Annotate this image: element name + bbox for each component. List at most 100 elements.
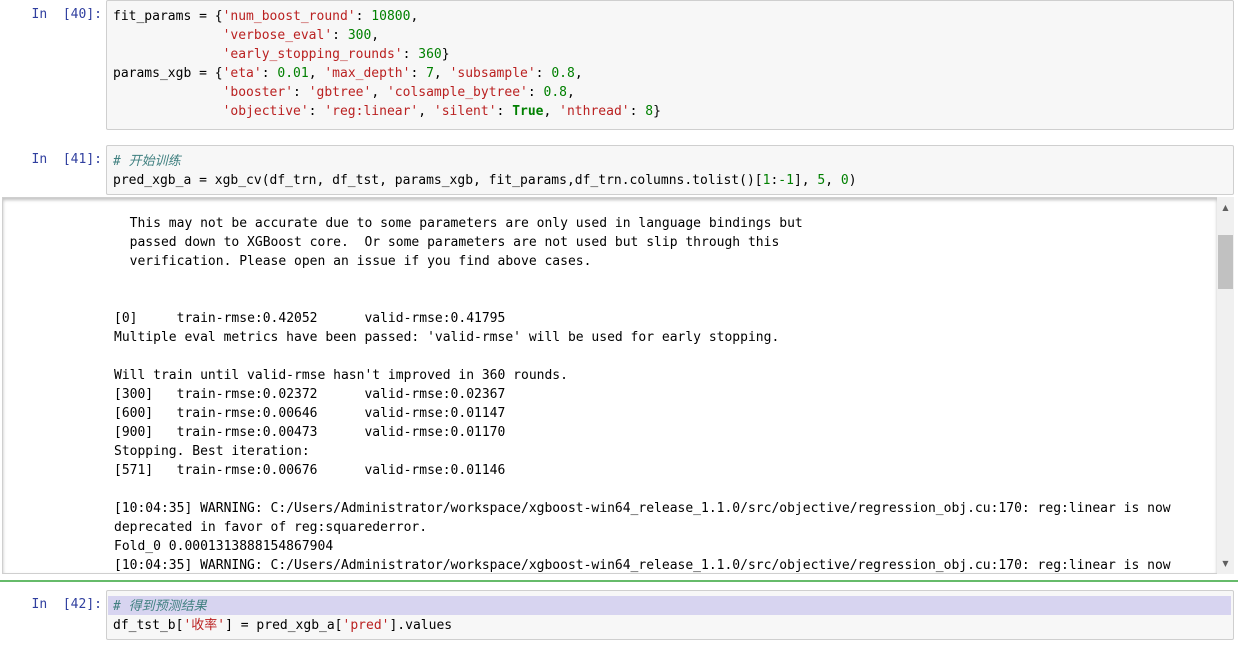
code-input-42[interactable]: # 得到预测结果 df_tst_b['收率'] = pred_xgb_a['pre… (106, 590, 1234, 640)
code-string: 'gbtree' (308, 85, 372, 100)
output-line: [900] train-rmse:0.00473 valid-rmse:0.01… (114, 425, 506, 440)
code-token: , (371, 85, 387, 100)
code-token: , (410, 9, 419, 24)
selected-cell-divider (0, 580, 1238, 582)
code-token: pred_xgb_a = xgb_cv(df_trn, df_tst, para… (113, 173, 763, 188)
code-cell-42: In [42]: # 得到预测结果 df_tst_b['收率'] = pred_x… (0, 590, 1238, 640)
code-literal: 8 (645, 104, 654, 119)
code-string: 'nthread' (559, 104, 630, 119)
code-string: 'booster' (222, 85, 294, 100)
output-line: [0] train-rmse:0.42052 valid-rmse:0.4179… (114, 311, 506, 326)
code-comment: # 得到预测结果 (113, 599, 207, 614)
code-string: 'objective' (222, 104, 309, 119)
code-token: ] = pred_xgb_a[ (225, 618, 343, 633)
code-line: df_tst_b['收率'] = pred_xgb_a['pred'].valu… (113, 616, 452, 635)
output-line: verification. Please open an issue if yo… (114, 254, 592, 269)
cell-prompt: In [41]: (31, 152, 102, 167)
code-string: 'pred' (342, 618, 390, 633)
code-literal: 10800 (371, 9, 411, 24)
code-token: : (535, 66, 552, 81)
code-literal: 360 (418, 47, 442, 62)
code-string: 'colsample_bytree' (386, 85, 528, 100)
code-token: : (355, 9, 372, 24)
output-scrollbar[interactable]: ▲ ▼ (1217, 197, 1234, 574)
output-line: [300] train-rmse:0.02372 valid-rmse:0.02… (114, 387, 506, 402)
code-literal: -1 (778, 173, 794, 188)
code-token: : (402, 47, 419, 62)
code-token: : (308, 104, 325, 119)
code-literal: True (512, 104, 544, 119)
cell-prompt: In [42]: (31, 597, 102, 612)
code-token: , (371, 28, 380, 43)
code-string: 'subsample' (449, 66, 536, 81)
code-literal: 0.01 (277, 66, 309, 81)
output-line: This may not be accurate due to some par… (114, 216, 803, 231)
code-line: # 得到预测结果 (113, 597, 207, 616)
code-token: : (332, 28, 348, 43)
code-comment: # 开始训练 (113, 154, 181, 169)
code-token: } (441, 47, 450, 62)
code-string: 'verbose_eval' (222, 28, 333, 43)
scroll-down-icon[interactable]: ▼ (1217, 555, 1234, 572)
output-line: Fold_0 0.0001313888154867904 (114, 539, 334, 554)
output-line: [600] train-rmse:0.00646 valid-rmse:0.01… (114, 406, 506, 421)
code-cell-40: In [40]: fit_params = {'num_boost_round'… (0, 0, 1238, 135)
code-token: , (825, 173, 841, 188)
code-string: 'max_depth' (324, 66, 411, 81)
code-token: df_tst_b[ (113, 618, 184, 633)
code-input-40[interactable]: fit_params = {'num_boost_round': 10800, … (106, 0, 1234, 130)
code-string: 'early_stopping_rounds' (222, 47, 403, 62)
cell-output-41[interactable]: This may not be accurate due to some par… (2, 197, 1217, 574)
code-token: , (543, 104, 560, 119)
output-line: [10:04:35] WARNING: C:/Users/Administrat… (114, 501, 1171, 516)
code-token: ) (848, 173, 857, 188)
code-line: 'objective': 'reg:linear', 'silent': Tru… (113, 102, 661, 121)
code-token: , (567, 85, 575, 100)
code-line: # 开始训练 (113, 152, 181, 171)
code-token: ].values (389, 618, 453, 633)
code-token: , (574, 66, 583, 81)
code-line: 'booster': 'gbtree', 'colsample_bytree':… (113, 83, 575, 102)
code-string: 'silent' (433, 104, 497, 119)
code-token: } (653, 104, 661, 119)
cell-prompt: In [40]: (31, 7, 102, 22)
output-line: [571] train-rmse:0.00676 valid-rmse:0.01… (114, 463, 506, 478)
selection-highlight (108, 596, 1231, 615)
code-literal: 0 (840, 173, 849, 188)
code-line: 'verbose_eval': 300, (113, 26, 380, 45)
output-line: passed down to XGBoost core. Or some par… (114, 235, 780, 250)
code-line: pred_xgb_a = xgb_cv(df_trn, df_tst, para… (113, 171, 857, 190)
code-literal: 0.8 (551, 66, 575, 81)
code-string: '收率' (183, 618, 226, 633)
code-token: : (629, 104, 646, 119)
code-token: : (410, 66, 427, 81)
output-line: Will train until valid-rmse hasn't impro… (114, 368, 568, 383)
code-string: 'eta' (222, 66, 262, 81)
code-string: 'num_boost_round' (222, 9, 356, 24)
code-token: : (261, 66, 278, 81)
output-line: Stopping. Best iteration: (114, 444, 310, 459)
output-line: Multiple eval metrics have been passed: … (114, 330, 780, 345)
code-token: params_xgb = { (113, 66, 223, 81)
scrollbar-thumb[interactable] (1218, 235, 1233, 289)
scroll-up-icon[interactable]: ▲ (1217, 199, 1234, 216)
code-line: 'early_stopping_rounds': 360} (113, 45, 450, 64)
code-literal: 0.8 (543, 85, 567, 100)
output-line: [10:04:35] WARNING: C:/Users/Administrat… (114, 558, 1171, 573)
code-cell-41: In [41]: # 开始训练 pred_xgb_a = xgb_cv(df_tr… (0, 145, 1238, 195)
code-token: , (418, 104, 434, 119)
code-token: : (496, 104, 513, 119)
code-literal: 7 (426, 66, 434, 81)
code-token: : (293, 85, 309, 100)
code-literal: 300 (347, 28, 372, 43)
code-token: , (433, 66, 450, 81)
code-token: fit_params = { (113, 9, 223, 24)
code-token: : (527, 85, 544, 100)
code-line: fit_params = {'num_boost_round': 10800, (113, 7, 418, 26)
code-input-41[interactable]: # 开始训练 pred_xgb_a = xgb_cv(df_trn, df_tst… (106, 145, 1234, 195)
code-line: params_xgb = {'eta': 0.01, 'max_depth': … (113, 64, 583, 83)
code-token: , (308, 66, 325, 81)
